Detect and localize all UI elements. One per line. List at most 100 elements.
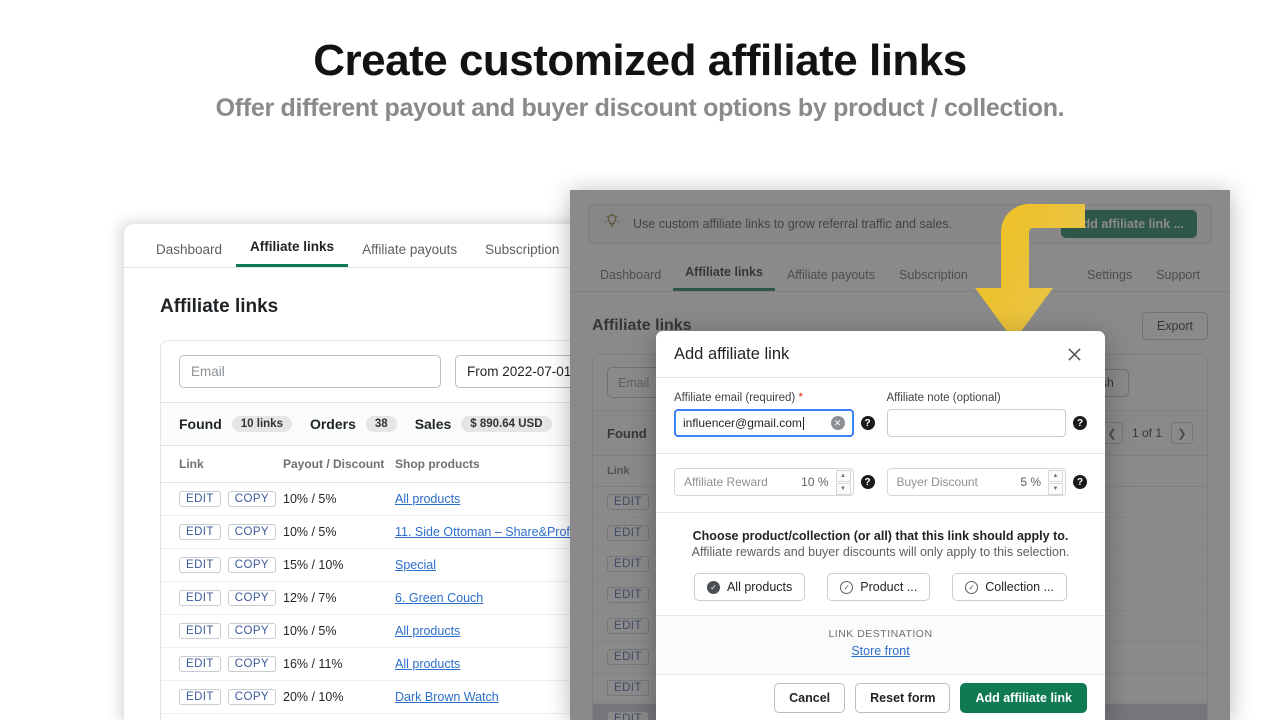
background-orders-value: 38	[365, 416, 397, 432]
help-icon[interactable]: ?	[860, 475, 875, 489]
affiliate-note-input[interactable]	[886, 409, 1066, 437]
buyer-discount-spinner[interactable]: ▲ ▼	[1048, 469, 1063, 495]
affiliate-reward-field-group: Affiliate Reward 10 % ▲ ▼ ?	[674, 468, 875, 496]
shop-product-link[interactable]: All products	[395, 492, 460, 506]
scope-product-label: Product ...	[860, 580, 918, 594]
shop-product-link[interactable]: 6. Green Couch	[395, 591, 483, 605]
modal-fields-section-2: Affiliate Reward 10 % ▲ ▼ ? Buyer Discou…	[656, 454, 1105, 513]
clear-icon[interactable]: ✕	[830, 416, 845, 430]
export-button[interactable]: Export	[1141, 312, 1208, 340]
edit-button[interactable]: EDIT	[607, 587, 649, 603]
scope-collection-button[interactable]: ✓ Collection ...	[952, 573, 1068, 601]
tab-subscription[interactable]: Subscription	[887, 268, 980, 291]
pagination-label: 1 of 1	[1131, 426, 1162, 440]
edit-button[interactable]: EDIT	[179, 491, 221, 507]
text-caret	[802, 416, 804, 430]
edit-button[interactable]: EDIT	[179, 590, 221, 606]
edit-button[interactable]: EDIT	[607, 494, 649, 510]
row-actions: EDIT COPY	[161, 482, 283, 516]
affiliate-reward-spinner[interactable]: ▲ ▼	[835, 469, 851, 495]
edit-button[interactable]: EDIT	[607, 556, 649, 572]
edit-button[interactable]: EDIT	[179, 656, 221, 672]
help-icon[interactable]: ?	[860, 416, 875, 430]
copy-button[interactable]: COPY	[227, 524, 276, 540]
help-icon[interactable]: ?	[1073, 475, 1087, 489]
required-marker: *	[798, 392, 803, 404]
affiliate-email-input[interactable]: influencer@gmail.com ✕	[674, 409, 854, 437]
cancel-button[interactable]: Cancel	[774, 682, 846, 713]
choose-scope-section: Choose product/collection (or all) that …	[656, 513, 1105, 616]
affiliate-email-field-group: Affiliate email (required) * influencer@…	[674, 392, 875, 437]
row-actions: EDIT COPY	[161, 548, 283, 582]
affiliate-email-input-wrap: influencer@gmail.com ✕ ?	[674, 409, 875, 437]
copy-button[interactable]: COPY	[227, 623, 276, 639]
copy-button[interactable]: COPY	[227, 590, 276, 606]
edit-button[interactable]: EDIT	[179, 689, 221, 705]
copy-button[interactable]: COPY	[227, 557, 276, 573]
check-circle-filled-icon: ✓	[706, 580, 720, 594]
row-actions: EDIT COPY	[161, 680, 283, 714]
nav-settings[interactable]: Settings	[1075, 268, 1144, 291]
buyer-discount-stepper[interactable]: Buyer Discount 5 % ▲ ▼	[886, 468, 1066, 496]
buyer-discount-value: 5 %	[1020, 475, 1041, 489]
edit-button[interactable]: EDIT	[607, 649, 649, 665]
copy-button[interactable]: COPY	[227, 689, 276, 705]
sidebar-item-affiliate-payouts[interactable]: Affiliate payouts	[348, 242, 471, 267]
affiliate-email-value: influencer@gmail.com	[683, 416, 802, 430]
spinner-up-icon[interactable]: ▲	[835, 469, 851, 482]
edit-button[interactable]: EDIT	[607, 618, 649, 634]
check-circle-outline-icon: ✓	[965, 580, 979, 594]
shop-product-link[interactable]: All products	[395, 624, 460, 638]
edit-button[interactable]: EDIT	[607, 711, 649, 720]
sidebar-item-subscription[interactable]: Subscription	[471, 242, 573, 267]
affiliate-reward-stepper[interactable]: Affiliate Reward 10 % ▲ ▼	[674, 468, 854, 496]
shop-product-link[interactable]: Dark Brown Watch	[395, 690, 499, 704]
sidebar-item-affiliate-links[interactable]: Affiliate links	[236, 239, 349, 267]
edit-button[interactable]: EDIT	[607, 680, 649, 696]
add-affiliate-link-banner-button[interactable]: Add affiliate link ...	[1060, 210, 1197, 238]
affiliate-note-input-wrap: ?	[886, 409, 1087, 437]
spinner-up-icon[interactable]: ▲	[1048, 469, 1063, 482]
spinner-down-icon[interactable]: ▼	[1048, 482, 1063, 495]
copy-button[interactable]: COPY	[227, 491, 276, 507]
row-actions: EDIT COPY	[161, 614, 283, 648]
tab-affiliate-links[interactable]: Affiliate links	[673, 265, 775, 291]
edit-button[interactable]: EDIT	[179, 557, 221, 573]
scope-all-products-button[interactable]: ✓ All products	[693, 573, 806, 601]
nav-support[interactable]: Support	[1144, 268, 1212, 291]
affiliate-email-label: Affiliate email (required) *	[674, 392, 875, 404]
store-front-link[interactable]: Store front	[851, 644, 909, 658]
edit-button[interactable]: EDIT	[179, 623, 221, 639]
sidebar-item-dashboard[interactable]: Dashboard	[142, 242, 236, 267]
shop-product-link[interactable]: Special	[395, 558, 436, 572]
spinner-down-icon[interactable]: ▼	[835, 482, 851, 495]
copy-button[interactable]: COPY	[227, 656, 276, 672]
affiliate-note-field-group: Affiliate note (optional) ?	[886, 392, 1087, 437]
edit-button[interactable]: EDIT	[607, 525, 649, 541]
background-orders-label: Orders	[309, 416, 356, 432]
scope-all-products-label: All products	[726, 580, 793, 594]
check-circle-outline-icon: ✓	[840, 580, 854, 594]
help-icon[interactable]: ?	[1073, 416, 1087, 430]
background-sales-label: Sales	[414, 416, 452, 432]
scope-product-button[interactable]: ✓ Product ...	[827, 573, 931, 601]
row-payout-discount: 15% / 10%	[283, 548, 395, 582]
background-email-input[interactable]: Email	[179, 355, 441, 388]
tab-affiliate-payouts[interactable]: Affiliate payouts	[775, 268, 887, 291]
shop-product-link[interactable]: All products	[395, 657, 460, 671]
chevron-right-icon[interactable]: ❯	[1171, 422, 1193, 444]
affiliate-email-label-text: Affiliate email (required)	[674, 392, 796, 404]
close-icon[interactable]	[1061, 341, 1087, 367]
reset-form-button[interactable]: Reset form	[855, 682, 951, 713]
add-affiliate-link-modal: Add affiliate link Affiliate email (requ…	[656, 331, 1105, 720]
row-payout-discount: 10% / 5%	[283, 614, 395, 648]
link-destination-label: LINK DESTINATION	[828, 628, 933, 640]
add-affiliate-link-submit-button[interactable]: Add affiliate link	[960, 682, 1087, 713]
row-payout-discount: 20% / 10%	[283, 680, 395, 714]
background-date-from[interactable]: From 2022-07-01	[455, 355, 584, 388]
tab-dashboard[interactable]: Dashboard	[588, 268, 673, 291]
row-payout-discount: 10% / 5%	[283, 515, 395, 549]
row-payout-discount: 12% / 7%	[283, 581, 395, 615]
edit-button[interactable]: EDIT	[179, 524, 221, 540]
page-subtitle: Offer different payout and buyer discoun…	[215, 94, 1065, 122]
